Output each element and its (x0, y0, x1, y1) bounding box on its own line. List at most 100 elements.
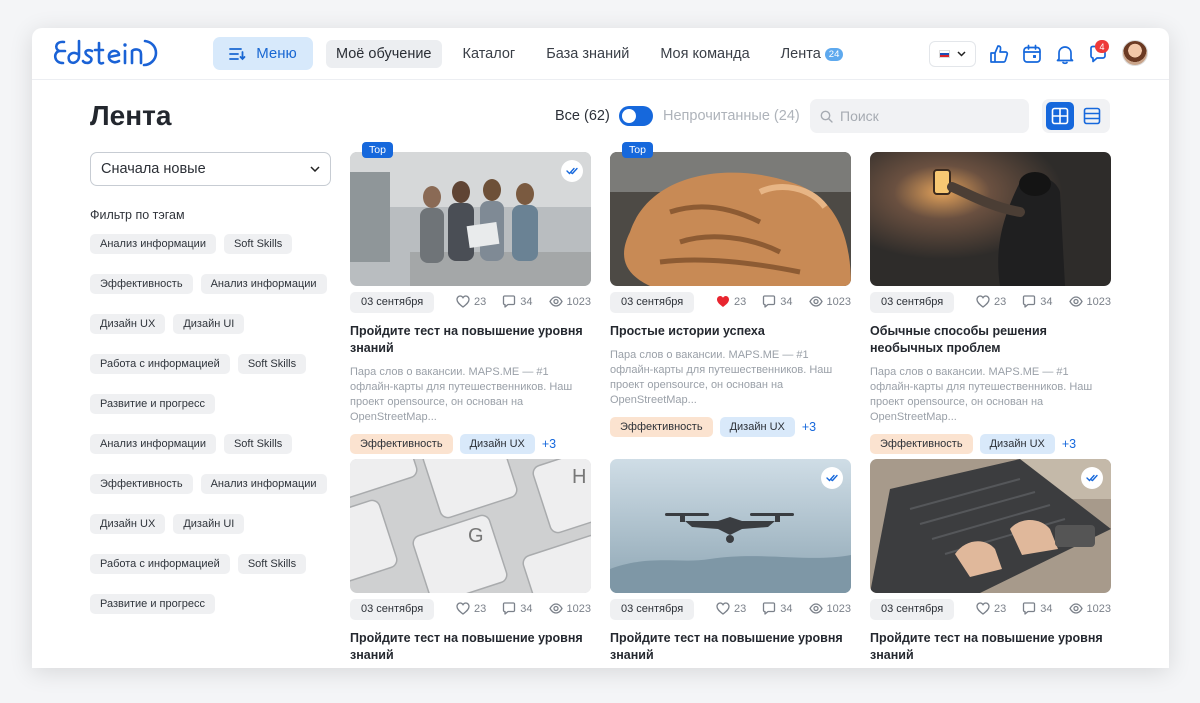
card-tag[interactable]: Эффективность (870, 434, 973, 454)
nav-item-catalog[interactable]: Каталог (453, 40, 526, 68)
comment-icon[interactable] (1022, 295, 1036, 308)
search-box[interactable] (810, 99, 1029, 133)
feed-card[interactable]: 03 сентября 23 34 1023 Пройдите тест на … (610, 459, 851, 664)
nav-label: Каталог (462, 46, 516, 62)
nav-item-knowledge-base[interactable]: База знаний (536, 40, 639, 68)
heart-filled-icon[interactable] (716, 295, 730, 308)
comment-icon[interactable] (762, 295, 776, 308)
tag-chip[interactable]: Развитие и прогресс (90, 594, 215, 614)
card-tag[interactable]: Дизайн UX (719, 417, 795, 437)
heart-icon[interactable] (716, 602, 730, 615)
nav-item-my-team[interactable]: Моя команда (650, 40, 759, 68)
tag-chip[interactable]: Анализ информации (200, 274, 327, 294)
card-image-keyboard[interactable]: G H (350, 459, 591, 593)
card-stats: 23 34 1023 (456, 295, 591, 308)
card-title[interactable]: Пройдите тест на повышение уровня знаний (610, 630, 851, 664)
app-window: Меню Моё обучение Каталог База знаний Мо… (32, 28, 1169, 668)
unread-toggle[interactable] (619, 106, 653, 126)
chevron-down-icon (310, 166, 320, 172)
eye-icon (808, 603, 823, 614)
more-tags-link[interactable]: +3 (1062, 437, 1076, 451)
tag-chip[interactable]: Дизайн UX (90, 314, 166, 334)
views-count: 1023 (1086, 602, 1111, 615)
card-stats: 23 34 1023 (456, 602, 591, 615)
tag-chip[interactable]: Эффективность (90, 474, 193, 494)
svg-text:H: H (572, 466, 586, 488)
search-input[interactable] (840, 108, 1020, 124)
more-tags-link[interactable]: +3 (542, 437, 556, 451)
nav-item-feed[interactable]: Лента 24 (771, 40, 854, 68)
tag-chip[interactable]: Soft Skills (223, 234, 293, 254)
card-image-office-meeting[interactable] (350, 152, 591, 286)
card-title[interactable]: Пройдите тест на повышение уровня знаний (870, 630, 1111, 664)
tag-chip[interactable]: Работа с информацией (90, 554, 230, 574)
unread-filter-label[interactable]: Непрочитанные (24) (663, 108, 800, 124)
card-title[interactable]: Пройдите тест на повышение уровня знаний (350, 323, 591, 357)
comment-icon[interactable] (1022, 602, 1036, 615)
tag-chip[interactable]: Дизайн UX (90, 514, 166, 534)
eye-icon (548, 603, 563, 614)
tag-chip[interactable]: Дизайн UI (173, 514, 245, 534)
card-meta: 03 сентября 23 34 1023 (870, 292, 1111, 314)
tag-chip[interactable]: Эффективность (90, 274, 193, 294)
card-meta: 03 сентября 23 34 1023 (350, 292, 591, 314)
top-badge: Top (622, 142, 653, 158)
card-title[interactable]: Пройдите тест на повышение уровня знаний (350, 630, 591, 664)
card-tag[interactable]: Дизайн UX (979, 434, 1055, 454)
comment-icon[interactable] (762, 602, 776, 615)
comment-icon[interactable] (502, 295, 516, 308)
edstein-logo[interactable] (52, 36, 162, 70)
heart-icon[interactable] (976, 602, 990, 615)
bell-icon[interactable] (1054, 43, 1076, 65)
tag-filter-list: Анализ информации Soft Skills Эффективно… (90, 234, 340, 614)
heart-icon[interactable] (456, 602, 470, 615)
card-image-drone[interactable] (610, 459, 851, 593)
feed-card[interactable]: G H 03 сентября 23 34 1023 Пройдите тест… (350, 459, 591, 664)
tag-chip[interactable]: Работа с информацией (90, 354, 230, 374)
main-nav: Моё обучение Каталог База знаний Моя ком… (326, 40, 864, 68)
sort-select[interactable]: Сначала новые (90, 152, 331, 186)
menu-label: Меню (256, 45, 297, 62)
card-title[interactable]: Обычные способы решения необычных пробле… (870, 323, 1111, 357)
card-tag[interactable]: Эффективность (350, 434, 453, 454)
like-icon[interactable] (988, 43, 1010, 65)
tag-chip[interactable]: Анализ информации (200, 474, 327, 494)
tag-chip[interactable]: Soft Skills (237, 354, 307, 374)
feed-card[interactable]: Top 03 сентября 23 34 1023 Простые истор… (610, 142, 851, 437)
eye-icon (548, 296, 563, 307)
feed-card[interactable]: Top 03 сентября 23 34 1023 Пройдите тест… (350, 142, 591, 454)
menu-button[interactable]: Меню (213, 37, 313, 70)
tag-chip[interactable]: Soft Skills (237, 554, 307, 574)
heart-icon[interactable] (456, 295, 470, 308)
tag-chip[interactable]: Анализ информации (90, 434, 216, 454)
card-stats: 23 34 1023 (976, 295, 1111, 308)
more-tags-link[interactable]: +3 (802, 420, 816, 434)
card-title[interactable]: Простые истории успеха (610, 323, 851, 340)
card-date: 03 сентября (350, 599, 435, 620)
tag-chip[interactable]: Дизайн UI (173, 314, 245, 334)
card-tag[interactable]: Дизайн UX (459, 434, 535, 454)
calendar-icon[interactable] (1021, 43, 1043, 65)
heart-icon[interactable] (976, 295, 990, 308)
messages-badge: 4 (1095, 40, 1109, 53)
tag-chip[interactable]: Развитие и прогресс (90, 394, 215, 414)
language-select[interactable] (929, 41, 976, 67)
all-filter-label[interactable]: Все (62) (555, 108, 610, 124)
tag-chip[interactable]: Soft Skills (223, 434, 293, 454)
avatar[interactable] (1122, 40, 1148, 66)
card-tag[interactable]: Эффективность (610, 417, 713, 437)
card-image-laptop-typing[interactable] (870, 459, 1111, 593)
tag-chip[interactable]: Анализ информации (90, 234, 216, 254)
comment-icon[interactable] (502, 602, 516, 615)
feed-card[interactable]: 03 сентября 23 34 1023 Пройдите тест на … (870, 459, 1111, 664)
search-icon (820, 110, 833, 123)
list-view-button[interactable] (1078, 102, 1106, 130)
card-tags: Эффективность Дизайн UX +3 (870, 434, 1111, 454)
eye-icon (1068, 603, 1083, 614)
nav-item-my-learning[interactable]: Моё обучение (326, 40, 442, 68)
grid-view-button[interactable] (1046, 102, 1074, 130)
feed-card[interactable]: 03 сентября 23 34 1023 Обычные способы р… (870, 152, 1111, 454)
card-image-cat[interactable] (610, 152, 851, 286)
read-check-icon (561, 160, 583, 182)
card-image-lantern[interactable] (870, 152, 1111, 286)
